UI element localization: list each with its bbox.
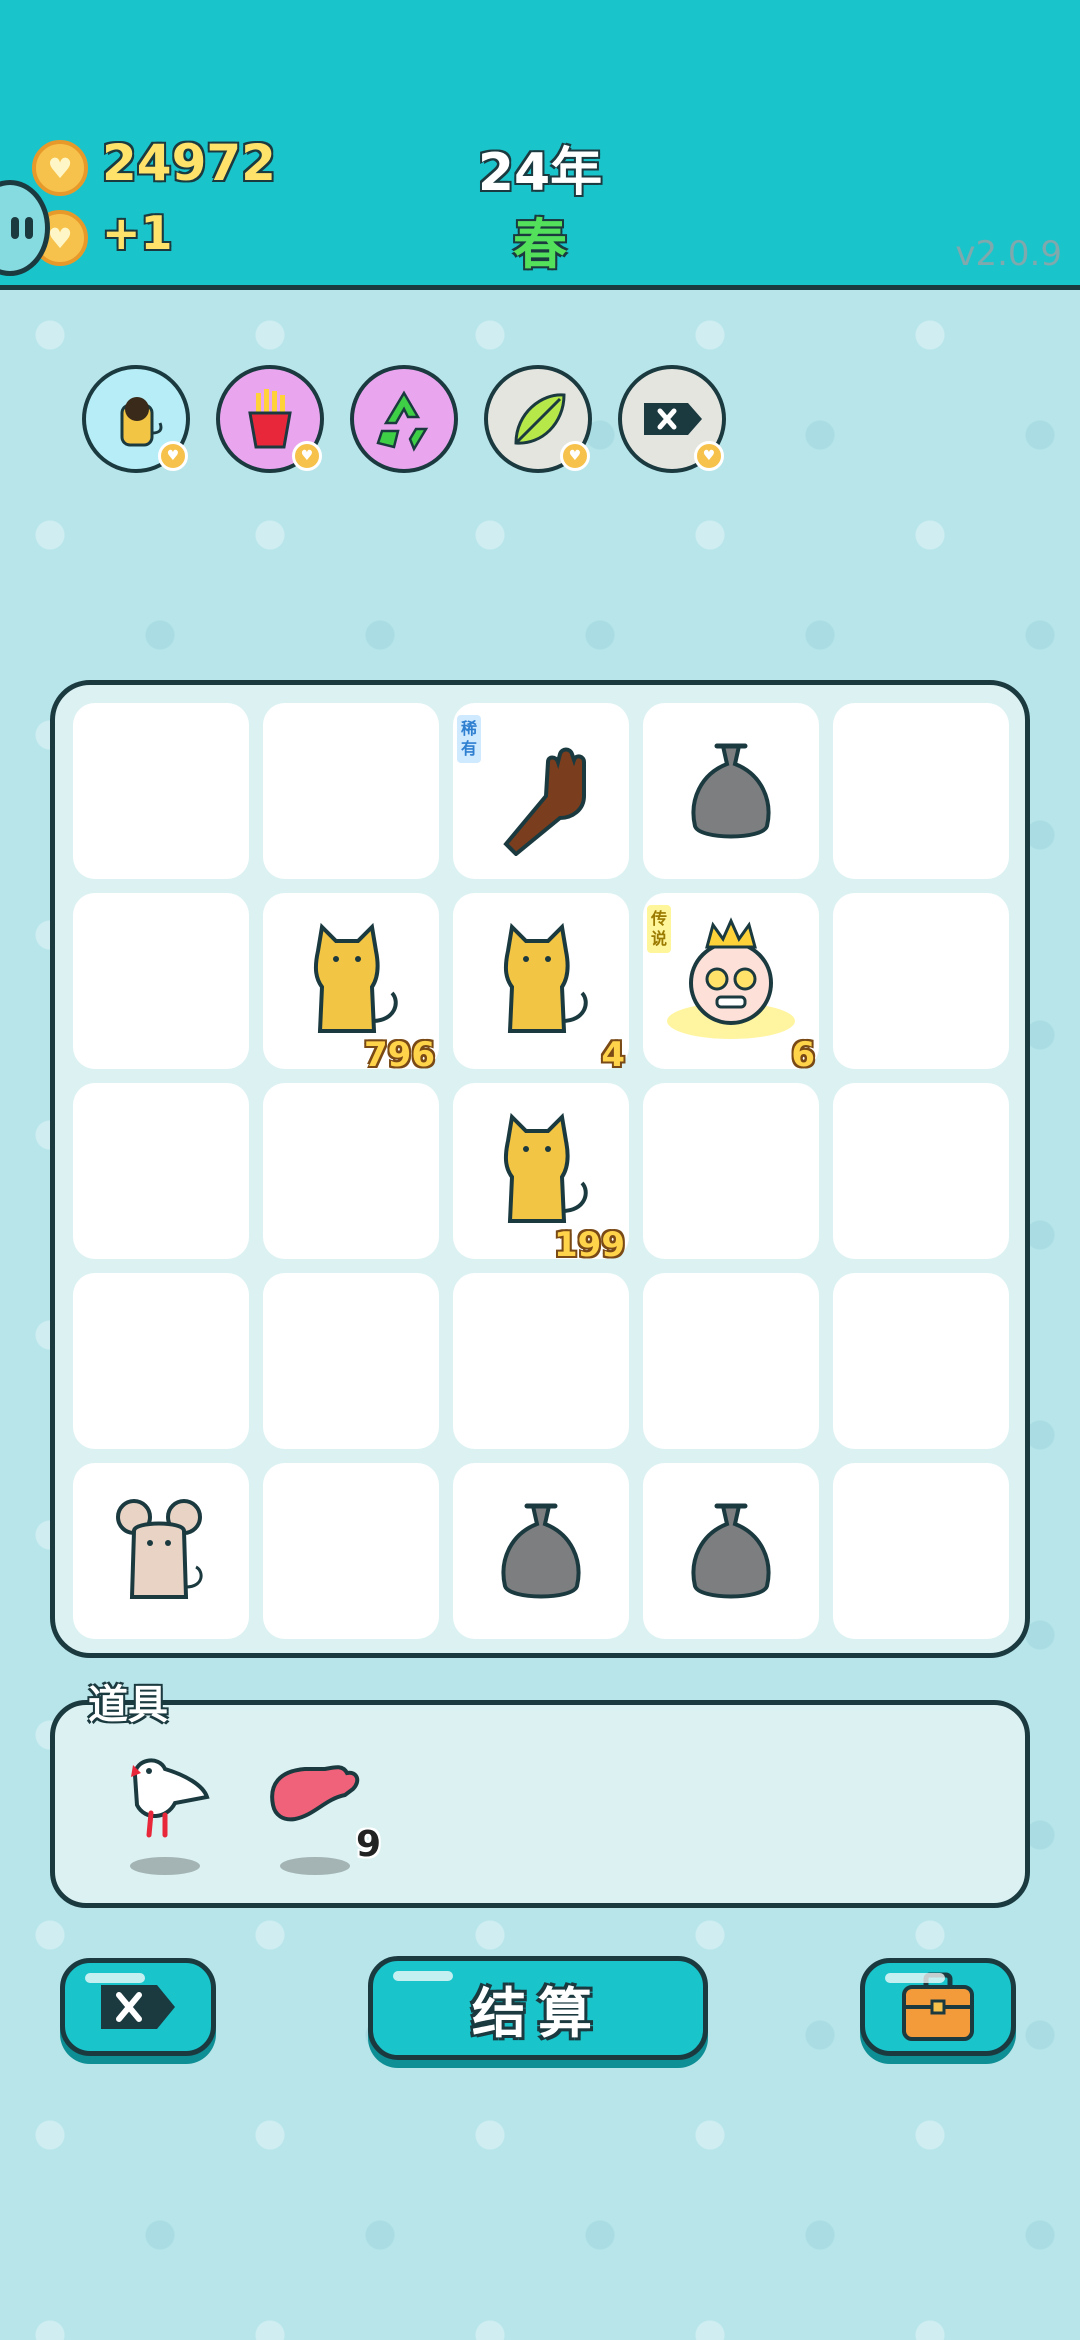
delete-tag-icon: [101, 1985, 175, 2029]
button-shine: [85, 1973, 145, 1983]
board-cell[interactable]: [833, 1463, 1009, 1639]
cat-buff-icon[interactable]: ♥: [82, 365, 190, 473]
delete-tag-buff-icon[interactable]: ♥: [618, 365, 726, 473]
version-label: v2.0.9: [955, 234, 1062, 274]
board-cell[interactable]: [833, 1273, 1009, 1449]
year-label: 24年: [477, 143, 603, 203]
season-label: 春: [513, 213, 567, 276]
items-label: 道具: [88, 1682, 168, 1728]
board-cell[interactable]: [453, 1273, 629, 1449]
leaf-glyph: [514, 393, 566, 445]
items-panel: 9: [50, 1700, 1030, 1908]
board-cell[interactable]: 传说 6: [643, 893, 819, 1075]
trash-bag-icon: [691, 743, 771, 839]
meat-icon: [270, 1765, 360, 1822]
buff-bar: ♥ ♥ ♥ ♥: [82, 365, 782, 475]
board-cell[interactable]: [643, 1083, 819, 1259]
heart-badge-icon: ♥: [158, 441, 188, 471]
slot-board: 稀有 796 4 传说 6 199: [50, 680, 1030, 1658]
coin-total: 24972: [102, 134, 276, 192]
bird-icon: [131, 1758, 210, 1838]
hand-icon: [503, 747, 586, 856]
recycle-buff-icon[interactable]: [350, 365, 458, 473]
stack-count: 4: [601, 1035, 625, 1075]
board-cell[interactable]: [73, 1273, 249, 1449]
cat-icon: [503, 922, 588, 1033]
board-cell[interactable]: [73, 1463, 249, 1639]
fries-glyph: [248, 389, 292, 449]
inventory-button[interactable]: [860, 1958, 1016, 2056]
button-shine: [885, 1973, 945, 1983]
board-cell[interactable]: [263, 703, 439, 879]
board-cell[interactable]: [643, 1463, 819, 1639]
board-cell[interactable]: [73, 1083, 249, 1259]
rarity-tag: 稀有: [455, 713, 483, 765]
cat-icon: [313, 922, 398, 1033]
king-icon: [667, 917, 795, 1039]
board-cell[interactable]: [833, 1083, 1009, 1259]
coin-gain: +1: [102, 206, 173, 260]
item-shadow: [280, 1857, 350, 1875]
board-cell[interactable]: [453, 1463, 629, 1639]
item-meat[interactable]: 9: [265, 1745, 381, 1875]
trash-bag-icon: [501, 1503, 581, 1599]
top-status-bar: 24972 +1 24年 春 v2.0.9: [0, 0, 1080, 290]
board-cell[interactable]: [73, 893, 249, 1069]
board-cell[interactable]: 4: [453, 893, 629, 1075]
board-cell[interactable]: 稀有: [453, 703, 629, 879]
stack-count: 6: [791, 1035, 815, 1075]
discard-button[interactable]: [60, 1958, 216, 2056]
heart-badge-icon: ♥: [560, 441, 590, 471]
rarity-tag: 传说: [645, 903, 673, 955]
heart-badge-icon: ♥: [694, 441, 724, 471]
item-count: 9: [355, 1824, 381, 1865]
board-cell[interactable]: [643, 1273, 819, 1449]
board-cell[interactable]: [263, 1083, 439, 1259]
delete-tag-glyph: [644, 403, 702, 435]
board-cell[interactable]: [643, 703, 819, 879]
cat-buff-glyph: [120, 397, 163, 447]
stack-count: 199: [554, 1225, 625, 1265]
trash-bag-icon: [691, 1503, 771, 1599]
board-cell[interactable]: 199: [453, 1083, 629, 1265]
board-cell[interactable]: [833, 893, 1009, 1069]
stack-count: 796: [364, 1035, 435, 1075]
item-shadow: [130, 1857, 200, 1875]
recycle-glyph: [376, 390, 429, 452]
mouse-icon: [116, 1499, 203, 1599]
leaf-buff-icon[interactable]: ♥: [484, 365, 592, 473]
board-cell[interactable]: 796: [263, 893, 439, 1075]
heart-badge-icon: ♥: [292, 441, 322, 471]
board-cell[interactable]: [263, 1463, 439, 1639]
board-cell[interactable]: [833, 703, 1009, 879]
board-cell[interactable]: [263, 1273, 439, 1449]
fries-buff-icon[interactable]: ♥: [216, 365, 324, 473]
settle-button[interactable]: 结算: [368, 1956, 708, 2060]
cat-icon: [503, 1112, 588, 1223]
item-bird[interactable]: [115, 1745, 225, 1875]
coin-icon: [32, 140, 88, 196]
button-shine: [393, 1971, 453, 1981]
settle-label: 结算: [472, 1981, 604, 2045]
board-cell[interactable]: [73, 703, 249, 879]
